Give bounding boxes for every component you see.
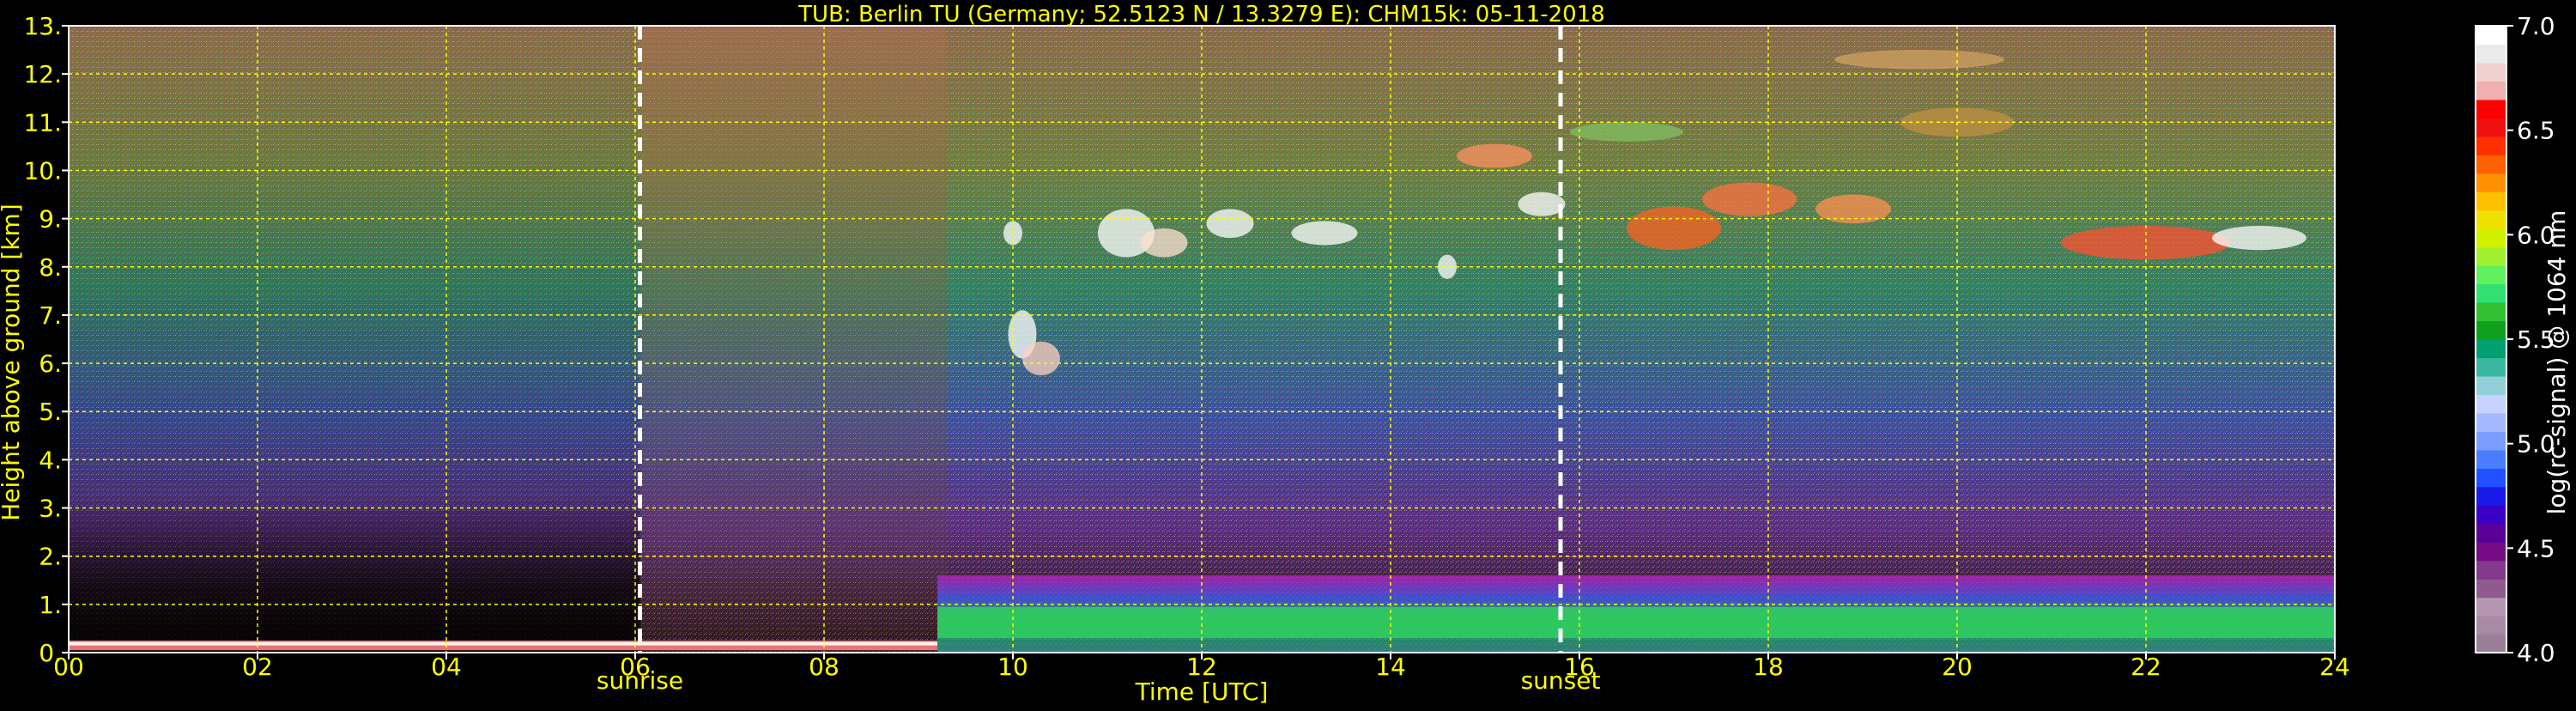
colorbar-segment: [2476, 62, 2506, 82]
colorbar-segment: [2476, 265, 2506, 285]
colorbar-segment: [2476, 302, 2506, 322]
x-tick-label: 22: [2131, 653, 2161, 681]
y-tick-label: 13.: [23, 12, 62, 40]
x-tick-label: 24: [2319, 653, 2350, 681]
x-tick-label: 02: [242, 653, 273, 681]
y-tick-label: 2.: [39, 543, 62, 571]
cloud-layer: [1518, 191, 1566, 216]
colorbar-segment: [2476, 155, 2506, 174]
colorbar-segment: [2476, 634, 2506, 653]
x-tick-label: 10: [997, 653, 1028, 681]
y-tick-label: 10.: [23, 156, 62, 185]
colorbar-segment: [2476, 394, 2506, 414]
cloud-layer: [1206, 209, 1254, 239]
colorbar-segment: [2476, 44, 2506, 64]
x-tick-label: 20: [1942, 653, 1973, 681]
colorbar-segment: [2476, 542, 2506, 562]
x-tick-label: 16: [1564, 653, 1595, 681]
y-tick-label: 9.: [39, 205, 62, 234]
cloud-layer: [2212, 226, 2306, 251]
x-tick-label: 18: [1753, 653, 1784, 681]
colorbar-segment: [2476, 320, 2506, 340]
cloud-layer: [1438, 254, 1457, 279]
colorbar-segment: [2476, 246, 2506, 266]
cloud-layer: [1291, 221, 1358, 246]
colorbar-segment: [2476, 191, 2506, 211]
colorbar-segment: [2476, 283, 2506, 303]
y-tick-label: 4.: [39, 446, 62, 474]
colorbar-segment: [2476, 560, 2506, 580]
ceilometer-chart: sunrise sunset 00 02 04 06 08 10 12 14 16 18 20 22 24…: [0, 0, 2576, 708]
colorbar-label: log(rc-signal) @ 1064 nm: [2543, 210, 2571, 515]
y-tick-label: 7.: [39, 301, 62, 330]
colorbar-segment: [2476, 486, 2506, 506]
colorbar-segment: [2476, 136, 2506, 155]
colorbar-segment: [2476, 616, 2506, 635]
colorbar-segment: [2476, 449, 2506, 469]
cloud-layer: [1627, 206, 1721, 251]
y-tick-label: 5.: [39, 398, 62, 426]
cloud-layer: [1570, 122, 1683, 142]
heatmap-daytime-region: [639, 26, 947, 653]
x-tick-label: 04: [431, 653, 462, 681]
colorbar-segment: [2476, 412, 2506, 432]
colorbar-tick-label: 7.0: [2517, 12, 2555, 40]
colorbar-segment: [2476, 468, 2506, 488]
colorbar-segment: [2476, 431, 2506, 451]
colorbar-segment: [2476, 375, 2506, 396]
colorbar-segment: [2476, 81, 2506, 100]
boundary-layer-core: [937, 606, 2335, 639]
surface-layer-top: [69, 641, 937, 646]
colorbar-tick-label: 4.5: [2517, 534, 2555, 562]
heatmap-night-region: [69, 26, 640, 653]
colorbar-segment: [2476, 210, 2506, 229]
colorbar-segment: [2476, 118, 2506, 137]
y-tick-label: 12.: [23, 60, 62, 88]
colorbar-segment: [2476, 228, 2506, 248]
x-tick-label: 08: [809, 653, 839, 681]
colorbar-segment: [2476, 339, 2506, 359]
colorbar-segment: [2476, 597, 2506, 617]
colorbar-tick-label: 4.0: [2517, 639, 2555, 667]
plot-area: [69, 26, 2335, 653]
colorbar-segment: [2476, 26, 2506, 46]
y-tick-label: 6.: [39, 349, 62, 378]
colorbar-tick-label: 6.5: [2517, 117, 2555, 145]
colorbar-segment: [2476, 523, 2506, 543]
colorbar-segment: [2476, 505, 2506, 525]
y-tick-label: 8.: [39, 253, 62, 282]
y-tick-label: 1.: [39, 591, 62, 619]
colorbar-segment: [2476, 173, 2506, 192]
x-tick-label: 06: [620, 653, 651, 681]
cloud-layer: [1834, 50, 2004, 70]
chart-svg: sunrise sunset 00 02 04 06 08 10 12 14 16 18 20 22 24…: [0, 2, 2571, 706]
colorbar-segment: [2476, 99, 2506, 118]
cloud-layer: [1702, 182, 1797, 216]
chart-title: TUB: Berlin TU (Germany; 52.5123 N / 13.…: [797, 2, 1605, 27]
y-axis-label: Height above ground [km]: [0, 204, 25, 521]
cloud-layer: [1457, 143, 1532, 168]
cloud-layer: [1022, 341, 1060, 376]
cloud-layer: [1140, 228, 1188, 258]
y-tick-label: 3.: [39, 495, 62, 523]
y-tick-label: 0.: [39, 639, 62, 667]
colorbar-segment: [2476, 579, 2506, 599]
colorbar-segment: [2476, 357, 2506, 377]
x-tick-label: 14: [1375, 653, 1406, 681]
x-axis-label: Time [UTC]: [1135, 678, 1269, 706]
y-tick-label: 11.: [23, 108, 62, 137]
